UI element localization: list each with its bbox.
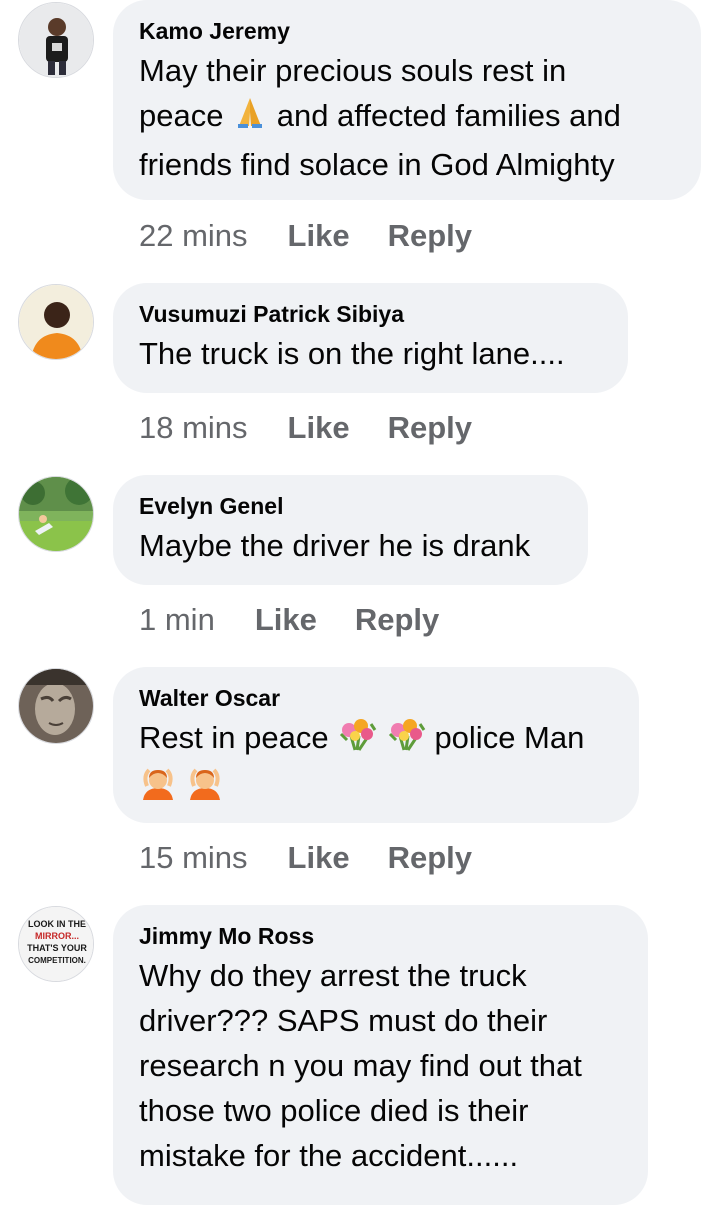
comment-text: Rest in peace police Man: [139, 715, 613, 814]
avatar[interactable]: [18, 476, 94, 552]
comment-line: and affected families and: [276, 98, 621, 133]
person-on-grass-photo-icon: [19, 477, 93, 551]
comment-text: May their precious souls rest in peace a…: [139, 48, 675, 187]
avatar-quote-line: THAT'S YOUR: [27, 943, 87, 953]
person-gesturing-ok-emoji-icon: [186, 764, 224, 814]
comment-author[interactable]: Jimmy Mo Ross: [139, 921, 622, 951]
comment-timestamp[interactable]: 15 mins: [139, 840, 248, 876]
avatar-quote-line: COMPETITION.: [28, 956, 86, 965]
comment-bubble: Evelyn Genel Maybe the driver he is dran…: [113, 475, 588, 585]
reply-button[interactable]: Reply: [355, 602, 439, 638]
comment-line: May their precious souls rest in: [139, 53, 567, 88]
like-button[interactable]: Like: [255, 602, 317, 638]
bouquet-emoji-icon: [337, 716, 377, 764]
comment-line: police Man: [434, 720, 585, 755]
stone-statue-face-photo-icon: [19, 669, 93, 743]
comment-timestamp[interactable]: 22 mins: [139, 218, 248, 254]
comment-line: research n you may find out that: [139, 1048, 582, 1083]
comment-timestamp[interactable]: 1 min: [139, 602, 215, 638]
comment-line: friends find solace in God Almighty: [139, 147, 615, 182]
comment-bubble: Jimmy Mo Ross Why do they arrest the tru…: [113, 905, 648, 1205]
comment-line: Why do they arrest the truck: [139, 958, 527, 993]
comment-bubble: Walter Oscar Rest in peace police Man: [113, 667, 639, 823]
comment-line: mistake for the accident......: [139, 1138, 519, 1173]
avatar[interactable]: LOOK IN THE MIRROR... THAT'S YOUR COMPET…: [18, 906, 94, 982]
comment-timestamp[interactable]: 18 mins: [139, 410, 248, 446]
comment-author[interactable]: Kamo Jeremy: [139, 16, 675, 46]
avatar-quote-line: MIRROR...: [35, 931, 79, 941]
reply-button[interactable]: Reply: [388, 410, 472, 446]
like-button[interactable]: Like: [288, 410, 350, 446]
like-button[interactable]: Like: [288, 840, 350, 876]
avatar[interactable]: [18, 284, 94, 360]
comment-line: peace: [139, 98, 224, 133]
reply-button[interactable]: Reply: [388, 840, 472, 876]
comment-line: those two police died is their: [139, 1093, 529, 1128]
comment-line: Maybe the driver he is drank: [139, 528, 531, 563]
avatar[interactable]: [18, 668, 94, 744]
comment-text: Why do they arrest the truck driver??? S…: [139, 953, 622, 1178]
comment-actions: 18 mins Like Reply: [139, 406, 472, 450]
comment-bubble: Vusumuzi Patrick Sibiya The truck is on …: [113, 283, 628, 393]
comment-actions: 22 mins Like Reply: [139, 214, 472, 258]
bouquet-emoji-icon: [386, 716, 426, 764]
comment-actions: 15 mins Like Reply: [139, 836, 472, 880]
man-in-orange-shirt-photo-icon: [19, 285, 93, 359]
comment-bubble: Kamo Jeremy May their precious souls res…: [113, 0, 701, 200]
avatar-quote-line: LOOK IN THE: [28, 919, 86, 929]
folded-hands-emoji-icon: [232, 94, 268, 142]
comment-line: Rest in peace: [139, 720, 329, 755]
avatar[interactable]: [18, 2, 94, 78]
comment-author[interactable]: Evelyn Genel: [139, 491, 562, 521]
person-gesturing-ok-emoji-icon: [139, 764, 177, 814]
comment-actions: 1 min Like Reply: [139, 598, 439, 642]
comment-text: The truck is on the right lane....: [139, 331, 602, 376]
reply-button[interactable]: Reply: [388, 218, 472, 254]
comment-line: The truck is on the right lane....: [139, 336, 565, 371]
comment-author[interactable]: Walter Oscar: [139, 683, 613, 713]
comment-author[interactable]: Vusumuzi Patrick Sibiya: [139, 299, 602, 329]
like-button[interactable]: Like: [288, 218, 350, 254]
comment-text: Maybe the driver he is drank: [139, 523, 562, 568]
mirror-quote-badge-icon: LOOK IN THE MIRROR... THAT'S YOUR COMPET…: [19, 907, 93, 981]
comment-line: driver??? SAPS must do their: [139, 1003, 548, 1038]
man-in-black-tshirt-photo-icon: [19, 3, 93, 77]
